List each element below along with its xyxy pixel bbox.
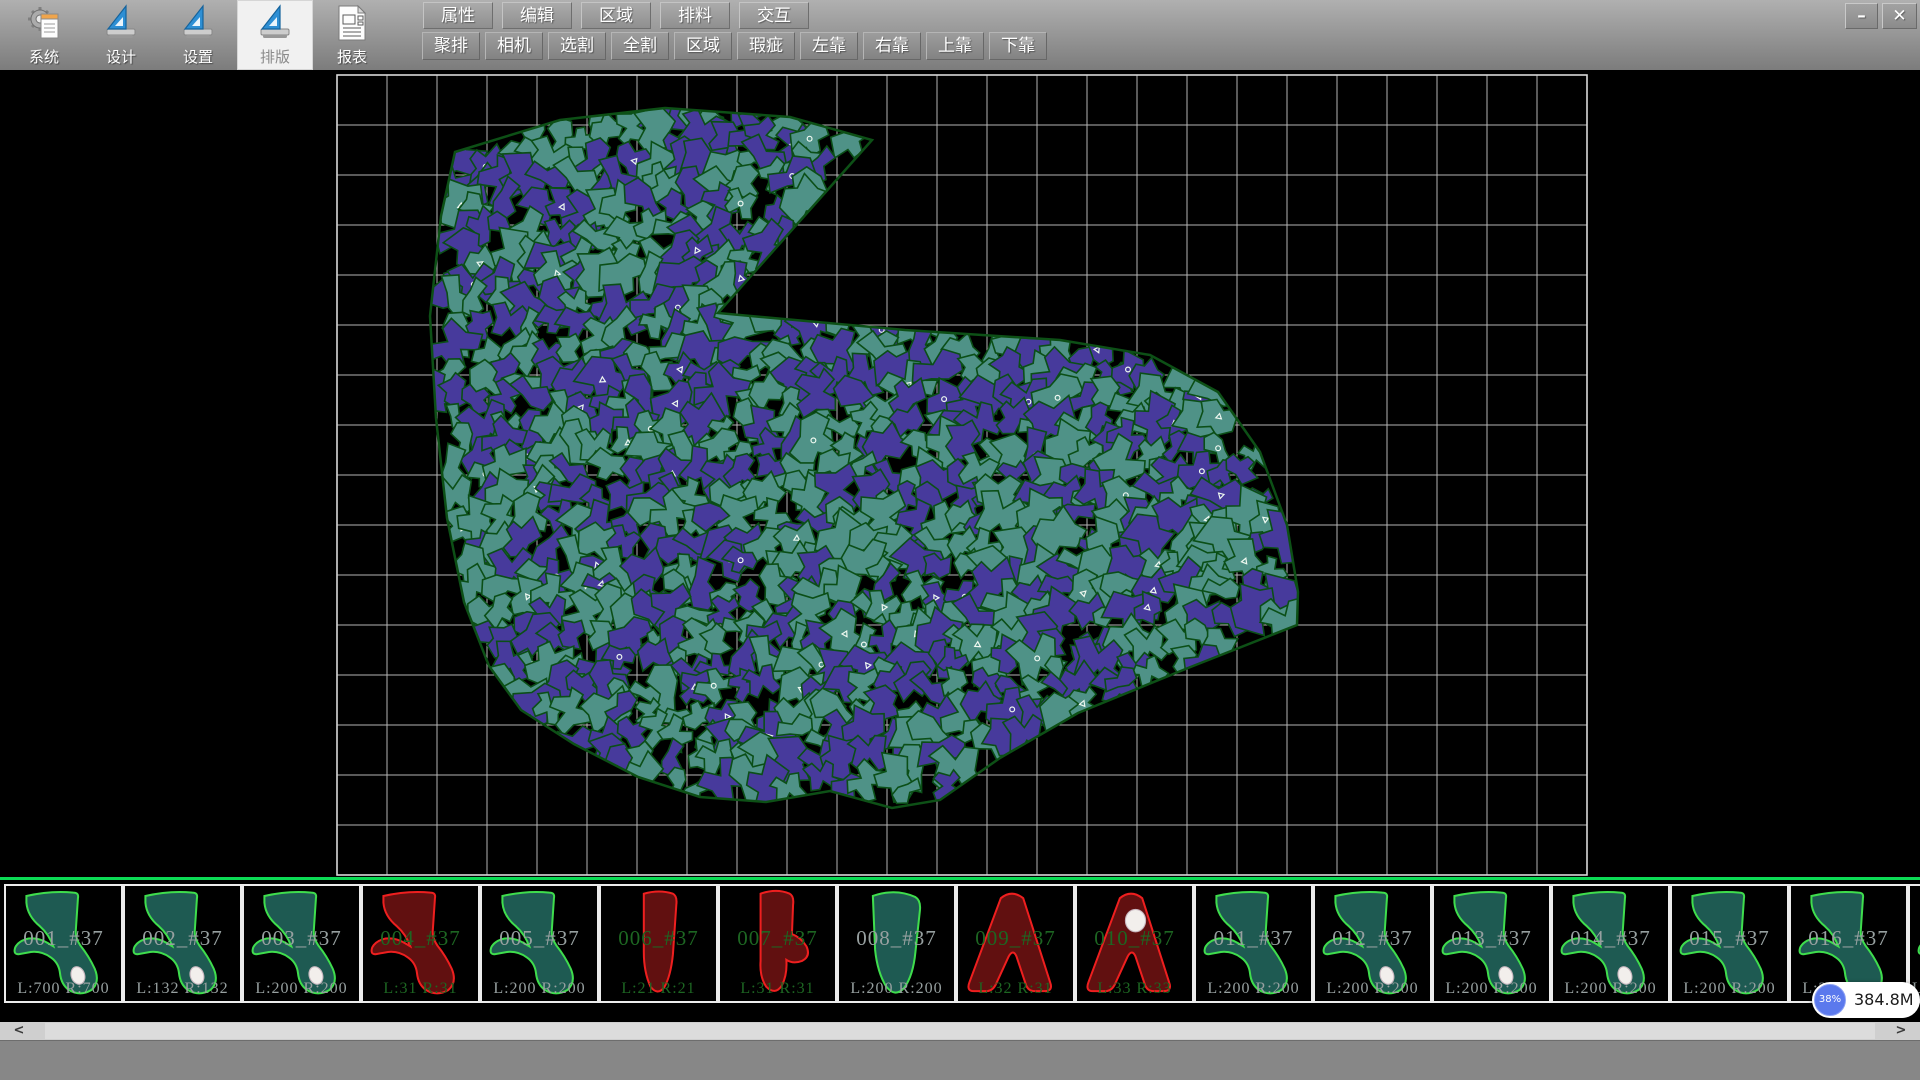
ruler-icon xyxy=(255,3,295,43)
part-thumbnail-009_#37[interactable]: 009_#37 L:32 R:31 xyxy=(956,884,1075,1003)
nesting-canvas[interactable]: 001_#37L:700 R:700002_#37L:132 R:132003_… xyxy=(0,70,1920,1022)
part-id-label: 004_#37 xyxy=(363,926,478,951)
tool-button-左靠[interactable]: 左靠 xyxy=(800,32,858,60)
part-thumbnail-001_#37[interactable]: 001_#37 L:700 R:700 xyxy=(4,884,123,1003)
part-thumbnail-012_#37[interactable]: 012_#37 L:200 R:200 xyxy=(1313,884,1432,1003)
part-lr-count: L:33 R:33 xyxy=(1077,980,1192,998)
tool-button-下靠[interactable]: 下靠 xyxy=(989,32,1047,60)
module-button-label: 设计 xyxy=(83,46,159,67)
module-button-label: 排版 xyxy=(237,46,313,67)
part-id-label: 013_#37 xyxy=(1434,926,1549,951)
menu-button-属性[interactable]: 属性 xyxy=(423,2,493,29)
part-id-label: 003_#37 xyxy=(244,926,359,951)
menu-button-区域[interactable]: 区域 xyxy=(581,2,651,29)
part-thumbnail-002_#37[interactable]: 002_#37 L:132 R:132 xyxy=(123,884,242,1003)
module-button-label: 系统 xyxy=(6,46,82,67)
part-thumbnail-008_#37[interactable]: 008_#37 L:200 R:200 xyxy=(837,884,956,1003)
module-button-排版[interactable]: 排版 xyxy=(237,0,313,70)
part-lr-count: L:700 R:700 xyxy=(6,980,121,998)
system-gear-icon xyxy=(24,3,64,43)
part-thumbnail-013_#37[interactable]: 013_#37 L:200 R:200 xyxy=(1432,884,1551,1003)
module-button-设置[interactable]: 设置 xyxy=(160,0,236,70)
part-thumbnail-003_#37[interactable]: 003_#37 L:200 R:200 xyxy=(242,884,361,1003)
part-lr-count: L:200 R:200 xyxy=(1315,980,1430,998)
app-window: 系统设计设置排版报表 属性编辑区域排料交互 聚排相机选割全割区域瑕疵左靠右靠上靠… xyxy=(0,0,1920,1080)
tool-button-瑕疵[interactable]: 瑕疵 xyxy=(737,32,795,60)
report-icon xyxy=(332,3,372,43)
menu-button-编辑[interactable]: 编辑 xyxy=(502,2,572,29)
part-lr-count: L:21 R:21 xyxy=(601,980,716,998)
minimize-button[interactable]: – xyxy=(1845,3,1878,29)
tool-button-相机[interactable]: 相机 xyxy=(485,32,543,60)
part-thumbnail-005_#37[interactable]: 005_#37 L:200 R:200 xyxy=(480,884,599,1003)
part-id-label: 010_#37 xyxy=(1077,926,1192,951)
part-lr-count: L:200 R:200 xyxy=(1553,980,1668,998)
module-button-label: 设置 xyxy=(160,46,236,67)
part-id-label: 016_#37 xyxy=(1791,926,1906,951)
module-button-报表[interactable]: 报表 xyxy=(314,0,390,70)
module-button-label: 报表 xyxy=(314,46,390,67)
part-thumbnail-010_#37[interactable]: 010_#37 L:33 R:33 xyxy=(1075,884,1194,1003)
main-toolbar: 系统设计设置排版报表 属性编辑区域排料交互 聚排相机选割全割区域瑕疵左靠右靠上靠… xyxy=(0,0,1920,71)
part-thumbnail-007_#37[interactable]: 007_#37 L:31 R:31 xyxy=(718,884,837,1003)
part-id-label: 006_#37 xyxy=(601,926,716,951)
part-id-label: 014_#37 xyxy=(1553,926,1668,951)
part-id-label: 012_#37 xyxy=(1315,926,1430,951)
memory-usage-label: 384.8M xyxy=(1854,982,1914,1018)
ruler-icon xyxy=(101,3,141,43)
scroll-right-arrow-icon[interactable]: > xyxy=(1886,1022,1916,1040)
part-id-label: 001_#37 xyxy=(6,926,121,951)
tool-button-选割[interactable]: 选割 xyxy=(548,32,606,60)
status-bar xyxy=(0,1040,1920,1080)
tool-button-右靠[interactable]: 右靠 xyxy=(863,32,921,60)
hide-nest-view[interactable] xyxy=(0,70,1920,880)
part-lr-count: L:132 R:132 xyxy=(125,980,240,998)
module-button-设计[interactable]: 设计 xyxy=(83,0,159,70)
tool-button-聚排[interactable]: 聚排 xyxy=(422,32,480,60)
scrollbar-track[interactable] xyxy=(45,1023,1875,1039)
progress-badge: 38% 384.8M xyxy=(1812,982,1920,1018)
tool-button-区域[interactable]: 区域 xyxy=(674,32,732,60)
part-thumbnail-014_#37[interactable]: 014_#37 L:200 R:200 xyxy=(1551,884,1670,1003)
part-thumbnail-006_#37[interactable]: 006_#37 L:21 R:21 xyxy=(599,884,718,1003)
part-lr-count: L:200 R:200 xyxy=(244,980,359,998)
part-id-label: 005_#37 xyxy=(482,926,597,951)
part-lr-count: L:31 R:31 xyxy=(720,980,835,998)
part-lr-count: L:31 R:31 xyxy=(363,980,478,998)
progress-percent-disc: 38% xyxy=(1814,984,1846,1016)
part-thumbnail-004_#37[interactable]: 004_#37 L:31 R:31 xyxy=(361,884,480,1003)
ruler-icon xyxy=(178,3,218,43)
part-lr-count: L:200 R:200 xyxy=(482,980,597,998)
scroll-left-arrow-icon[interactable]: < xyxy=(4,1022,34,1040)
menu-button-交互[interactable]: 交互 xyxy=(739,2,809,29)
part-lr-count: L:200 R:200 xyxy=(1196,980,1311,998)
tool-button-全割[interactable]: 全割 xyxy=(611,32,669,60)
part-id-label: 002_#37 xyxy=(125,926,240,951)
part-id-label: 011_#37 xyxy=(1196,926,1311,951)
close-button[interactable]: ✕ xyxy=(1882,3,1917,29)
module-button-系统[interactable]: 系统 xyxy=(6,0,82,70)
part-id-label: 015_#37 xyxy=(1672,926,1787,951)
part-id-label: 008_#37 xyxy=(839,926,954,951)
part-lr-count: L:200 R:200 xyxy=(839,980,954,998)
strip-separator-line xyxy=(0,877,1920,880)
part-lr-count: L:32 R:31 xyxy=(958,980,1073,998)
part-thumbnail-011_#37[interactable]: 011_#37 L:200 R:200 xyxy=(1194,884,1313,1003)
tool-button-上靠[interactable]: 上靠 xyxy=(926,32,984,60)
part-lr-count: L:200 R:200 xyxy=(1672,980,1787,998)
part-id-label: 009_#37 xyxy=(958,926,1073,951)
part-id-label: 007_#37 xyxy=(720,926,835,951)
part-lr-count: L:200 R:200 xyxy=(1434,980,1549,998)
menu-button-排料[interactable]: 排料 xyxy=(660,2,730,29)
horizontal-scrollbar[interactable]: < > xyxy=(0,1022,1920,1040)
part-thumbnail-015_#37[interactable]: 015_#37 L:200 R:200 xyxy=(1670,884,1789,1003)
